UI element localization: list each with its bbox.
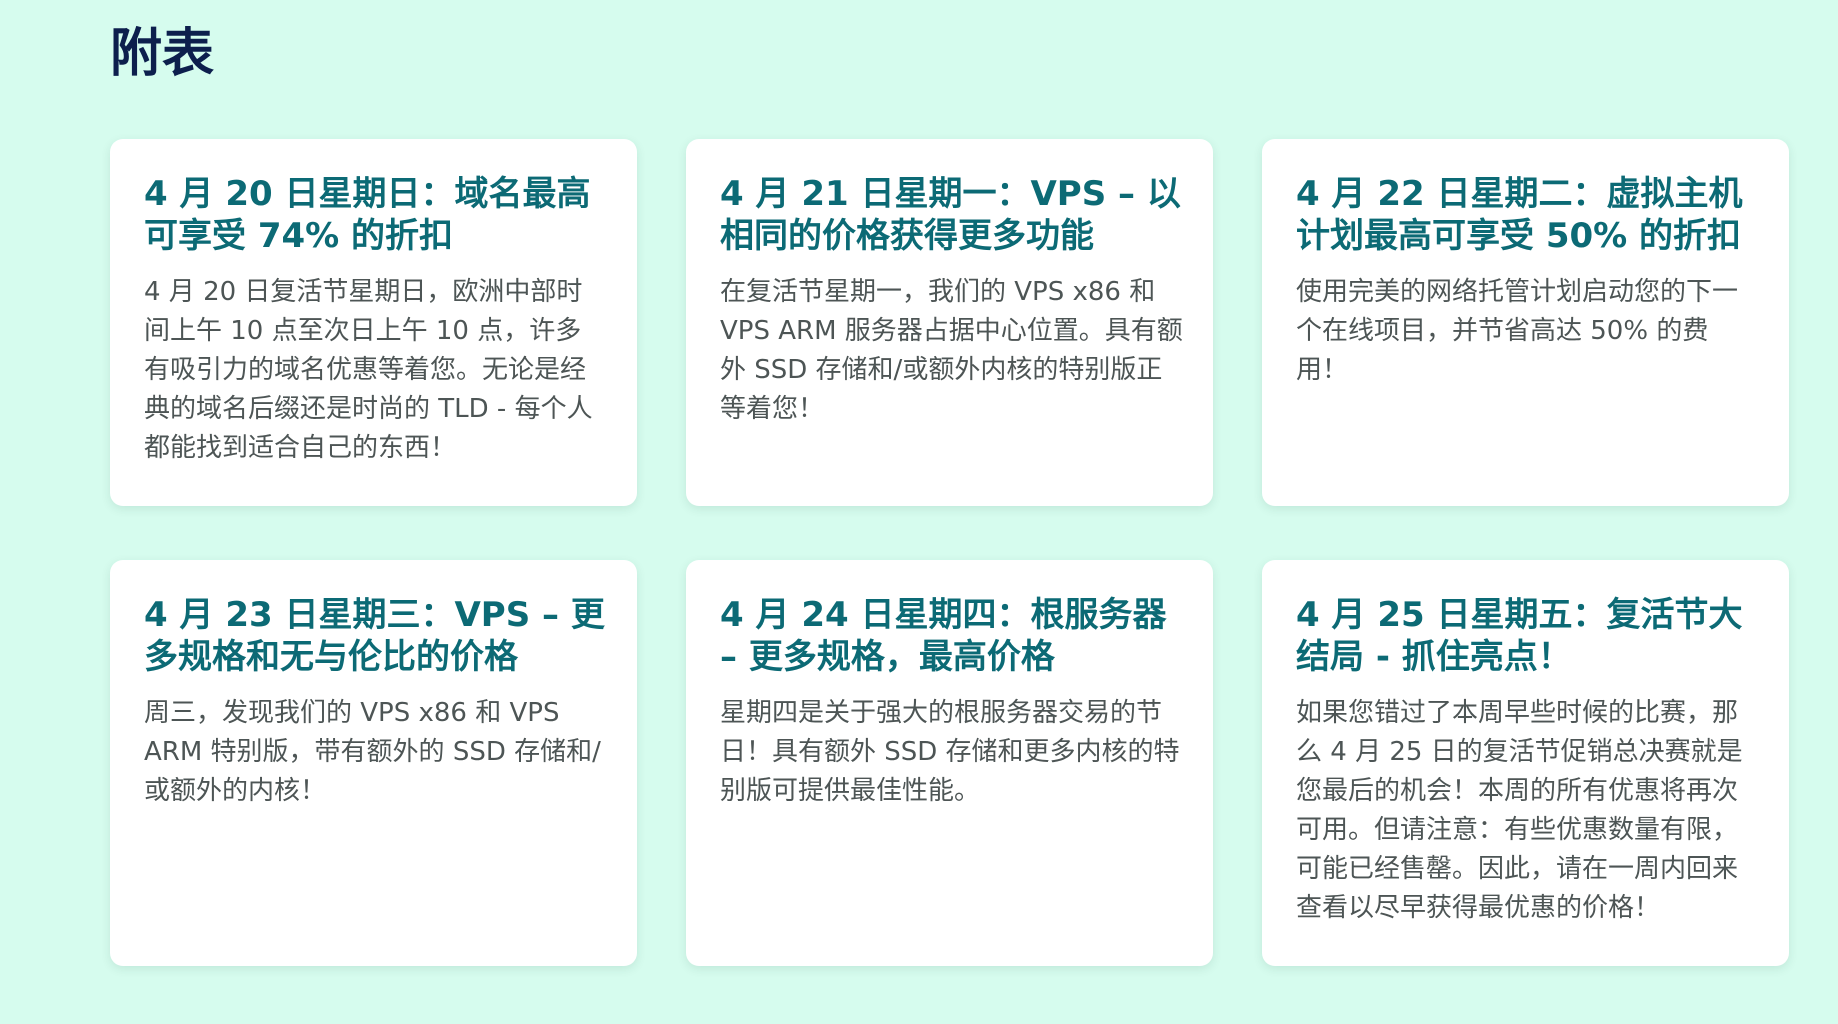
card-title: 4 月 22 日星期二：虚拟主机计划最高可享受 50% 的折扣 [1296, 174, 1743, 256]
schedule-card-apr-23: 4 月 23 日星期三：VPS – 更多规格和无与伦比的价格 周三，发现我们的 … [110, 560, 637, 966]
card-title: 4 月 23 日星期三：VPS – 更多规格和无与伦比的价格 [144, 595, 605, 677]
card-title: 4 月 20 日星期日：域名最高可享受 74% 的折扣 [144, 174, 591, 256]
card-description: 在复活节星期一，我们的 VPS x86 和 VPS ARM 服务器占据中心位置。… [720, 277, 1183, 424]
schedule-grid: 4 月 20 日星期日：域名最高可享受 74% 的折扣 4 月 20 日复活节星… [110, 139, 1790, 966]
card-description: 周三，发现我们的 VPS x86 和 VPS ARM 特别版，带有额外的 SSD… [144, 698, 601, 806]
card-title: 4 月 21 日星期一：VPS – 以相同的价格获得更多功能 [720, 174, 1181, 256]
page-title: 附表 [110, 24, 215, 84]
card-title: 4 月 25 日星期五：复活节大结局 - 抓住亮点！ [1296, 595, 1743, 677]
schedule-card-apr-25: 4 月 25 日星期五：复活节大结局 - 抓住亮点！ 如果您错过了本周早些时候的… [1262, 560, 1789, 966]
schedule-card-apr-24: 4 月 24 日星期四：根服务器 – 更多规格，最高价格 星期四是关于强大的根服… [686, 560, 1213, 966]
schedule-card-apr-20: 4 月 20 日星期日：域名最高可享受 74% 的折扣 4 月 20 日复活节星… [110, 139, 637, 506]
card-description: 4 月 20 日复活节星期日，欧洲中部时间上午 10 点至次日上午 10 点，许… [144, 277, 593, 463]
card-description: 星期四是关于强大的根服务器交易的节日！具有额外 SSD 存储和更多内核的特别版可… [720, 698, 1180, 806]
schedule-card-apr-22: 4 月 22 日星期二：虚拟主机计划最高可享受 50% 的折扣 使用完美的网络托… [1262, 139, 1789, 506]
card-title: 4 月 24 日星期四：根服务器 – 更多规格，最高价格 [720, 595, 1167, 677]
card-description: 使用完美的网络托管计划启动您的下一个在线项目，并节省高达 50% 的费用！ [1296, 277, 1739, 385]
card-description: 如果您错过了本周早些时候的比赛，那么 4 月 25 日的复活节促销总决赛就是您最… [1296, 698, 1743, 923]
schedule-card-apr-21: 4 月 21 日星期一：VPS – 以相同的价格获得更多功能 在复活节星期一，我… [686, 139, 1213, 506]
